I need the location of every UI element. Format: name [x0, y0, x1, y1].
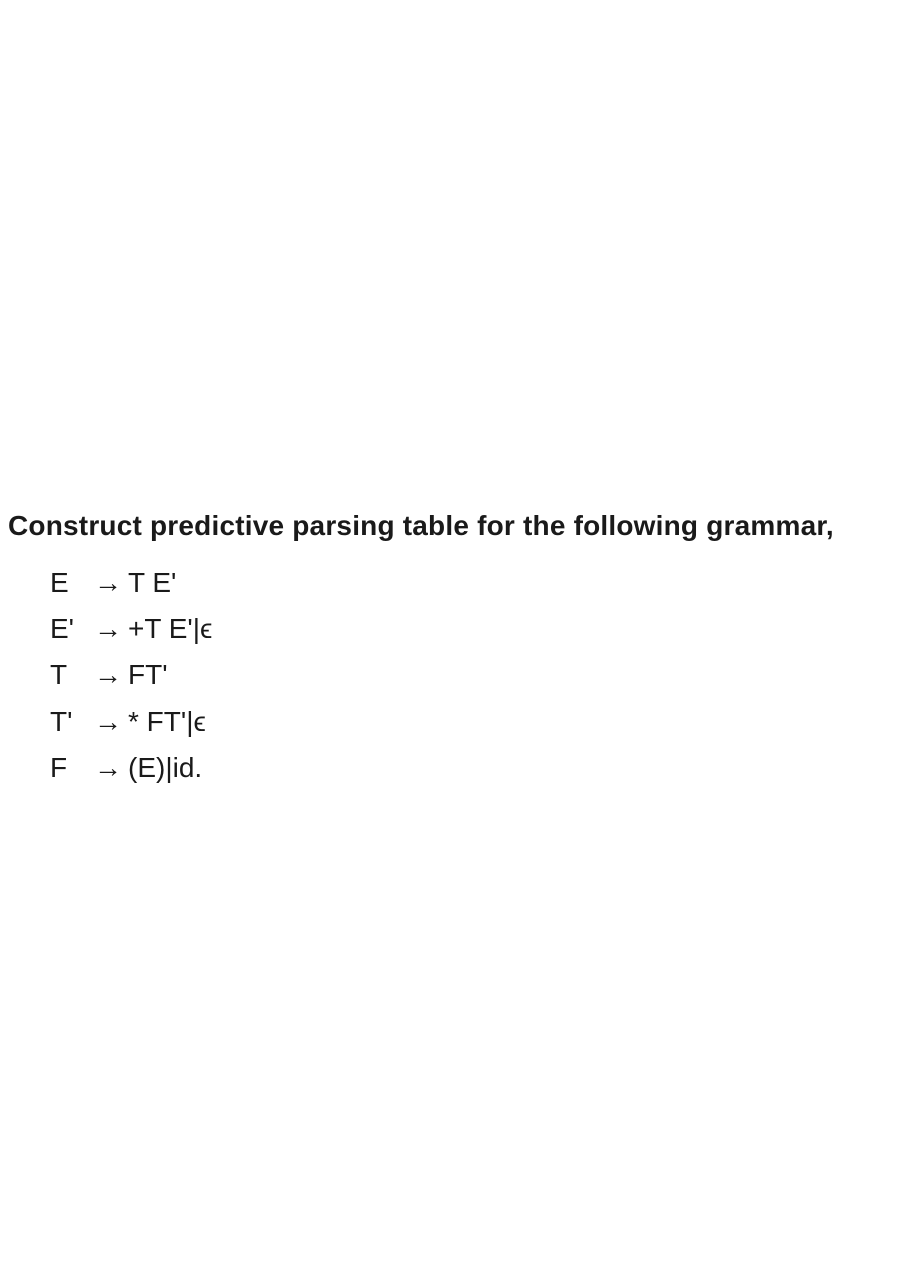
- arrow-icon: →: [94, 745, 122, 791]
- rule-lhs: E': [50, 606, 92, 652]
- rule-lhs: F: [50, 745, 92, 791]
- rule-rhs: T E': [128, 560, 176, 606]
- grammar-rule: T → FT': [50, 652, 892, 698]
- grammar-rule: E' → +T E'|ϵ: [50, 606, 892, 652]
- rule-lhs: T': [50, 699, 92, 745]
- question-heading: Construct predictive parsing table for t…: [8, 510, 892, 542]
- rule-lhs: T: [50, 652, 92, 698]
- grammar-rule: E → T E': [50, 560, 892, 606]
- rule-rhs: FT': [128, 652, 168, 698]
- rule-rhs: * FT'|ϵ: [128, 699, 206, 745]
- document-content: Construct predictive parsing table for t…: [0, 510, 900, 791]
- grammar-rule: F → (E)|id.: [50, 745, 892, 791]
- grammar-rule: T' → * FT'|ϵ: [50, 699, 892, 745]
- arrow-icon: →: [94, 560, 122, 606]
- arrow-icon: →: [94, 652, 122, 698]
- arrow-icon: →: [94, 606, 122, 652]
- rule-rhs: +T E'|ϵ: [128, 606, 212, 652]
- arrow-icon: →: [94, 699, 122, 745]
- grammar-rules-list: E → T E' E' → +T E'|ϵ T → FT' T' → * FT'…: [8, 560, 892, 791]
- rule-lhs: E: [50, 560, 92, 606]
- rule-rhs: (E)|id.: [128, 745, 202, 791]
